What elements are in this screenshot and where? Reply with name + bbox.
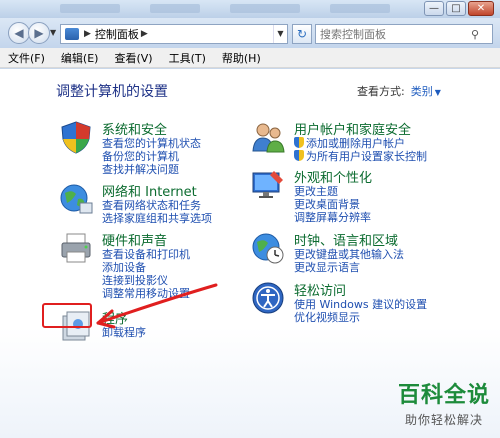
address-row: ◀ ▶ ▼ ▶ 控制面板 ▶ ▼ ↻ ⚲ — [0, 18, 500, 48]
link-change-display-language[interactable]: 更改显示语言 — [294, 261, 404, 274]
recent-pages-dropdown-icon[interactable]: ▼ — [50, 28, 56, 37]
annotation-arrow — [96, 283, 218, 329]
menu-bar: 文件(F) 编辑(E) 查看(V) 工具(T) 帮助(H) — [0, 48, 500, 68]
watermark-title: 百科全说 — [397, 383, 490, 408]
category-title[interactable]: 外观和个性化 — [294, 167, 372, 186]
link-view-computer-status[interactable]: 查看您的计算机状态 — [102, 137, 201, 150]
printer-icon — [61, 233, 91, 263]
view-by-dropdown[interactable]: 类别 — [411, 85, 433, 98]
title-bar: — □ ✕ — [0, 0, 500, 18]
blurred-tab — [150, 4, 200, 13]
category-title[interactable]: 轻松访问 — [294, 280, 346, 299]
search-input[interactable] — [316, 27, 466, 41]
ease-of-access-icon — [252, 282, 284, 314]
blurred-tab — [60, 4, 120, 13]
minimize-button[interactable]: — — [424, 1, 444, 16]
network-globe-icon — [60, 184, 93, 214]
link-desktop-background[interactable]: 更改桌面背景 — [294, 198, 371, 211]
category-title[interactable]: 时钟、语言和区域 — [294, 230, 398, 249]
back-button[interactable]: ◀ — [8, 22, 30, 44]
blurred-tab — [330, 4, 390, 13]
menu-tools[interactable]: 工具(T) — [169, 50, 206, 66]
shield-icon — [61, 121, 91, 154]
forward-button[interactable]: ▶ — [28, 22, 50, 44]
menu-file[interactable]: 文件(F) — [8, 50, 45, 66]
link-change-theme[interactable]: 更改主题 — [294, 185, 371, 198]
maximize-button[interactable]: □ — [446, 1, 466, 16]
menu-help[interactable]: 帮助(H) — [222, 50, 261, 66]
view-by-label: 查看方式: — [357, 85, 405, 98]
category-title[interactable]: 硬件和声音 — [102, 230, 167, 249]
link-screen-resolution[interactable]: 调整屏幕分辨率 — [294, 211, 371, 224]
uac-shield-icon — [294, 137, 304, 148]
close-button[interactable]: ✕ — [468, 1, 494, 16]
page-title: 调整计算机的设置 — [56, 84, 168, 100]
link-network-status[interactable]: 查看网络状态和任务 — [102, 199, 212, 212]
menu-view[interactable]: 查看(V) — [114, 50, 152, 66]
search-box[interactable]: ⚲ — [315, 24, 493, 44]
breadcrumb-arrow-icon[interactable]: ▶ — [84, 29, 91, 39]
link-parental-controls[interactable]: 为所有用户设置家长控制 — [294, 150, 427, 163]
link-change-keyboard[interactable]: 更改键盘或其他输入法 — [294, 248, 404, 261]
watermark-subtitle: 助你轻松解决 — [404, 413, 483, 427]
link-homegroup-sharing[interactable]: 选择家庭组和共享选项 — [102, 212, 212, 225]
clock-globe-icon — [252, 233, 284, 264]
link-optimize-video[interactable]: 优化视频显示 — [294, 311, 427, 324]
menu-edit[interactable]: 编辑(E) — [61, 50, 99, 66]
category-title[interactable]: 用户帐户和家庭安全 — [294, 119, 411, 138]
monitor-paint-icon — [252, 171, 283, 198]
uac-shield-icon — [294, 150, 304, 161]
breadcrumb-control-panel[interactable]: 控制面板 — [95, 26, 139, 42]
chevron-down-icon[interactable]: ▼ — [435, 88, 441, 97]
link-add-remove-accounts[interactable]: 添加或删除用户帐户 — [294, 137, 427, 150]
link-add-device[interactable]: 添加设备 — [102, 261, 190, 274]
control-panel-icon — [65, 28, 79, 40]
breadcrumb-arrow-icon[interactable]: ▶ — [141, 29, 148, 39]
category-title[interactable]: 网络和 Internet — [102, 181, 197, 200]
users-icon — [252, 123, 285, 153]
link-devices-printers[interactable]: 查看设备和打印机 — [102, 248, 190, 261]
category-title[interactable]: 系统和安全 — [102, 119, 167, 138]
refresh-button[interactable]: ↻ — [292, 24, 312, 44]
view-by: 查看方式: 类别 ▼ — [357, 83, 441, 99]
link-recommended-settings[interactable]: 使用 Windows 建议的设置 — [294, 298, 427, 311]
search-icon[interactable]: ⚲ — [466, 28, 484, 41]
link-troubleshoot[interactable]: 查找并解决问题 — [102, 163, 201, 176]
watermark: 百科全说 助你轻松解决 — [398, 377, 490, 428]
address-bar[interactable]: ▶ 控制面板 ▶ ▼ — [60, 24, 288, 44]
address-dropdown-icon[interactable]: ▼ — [273, 25, 287, 43]
blurred-tab — [230, 4, 300, 13]
control-panel-content: 调整计算机的设置 查看方式: 类别 ▼ 系统和安全 查看您的计算机状态 备份您的计算… — [0, 69, 500, 438]
link-backup-computer[interactable]: 备份您的计算机 — [102, 150, 201, 163]
annotation-highlight-box — [42, 303, 92, 328]
